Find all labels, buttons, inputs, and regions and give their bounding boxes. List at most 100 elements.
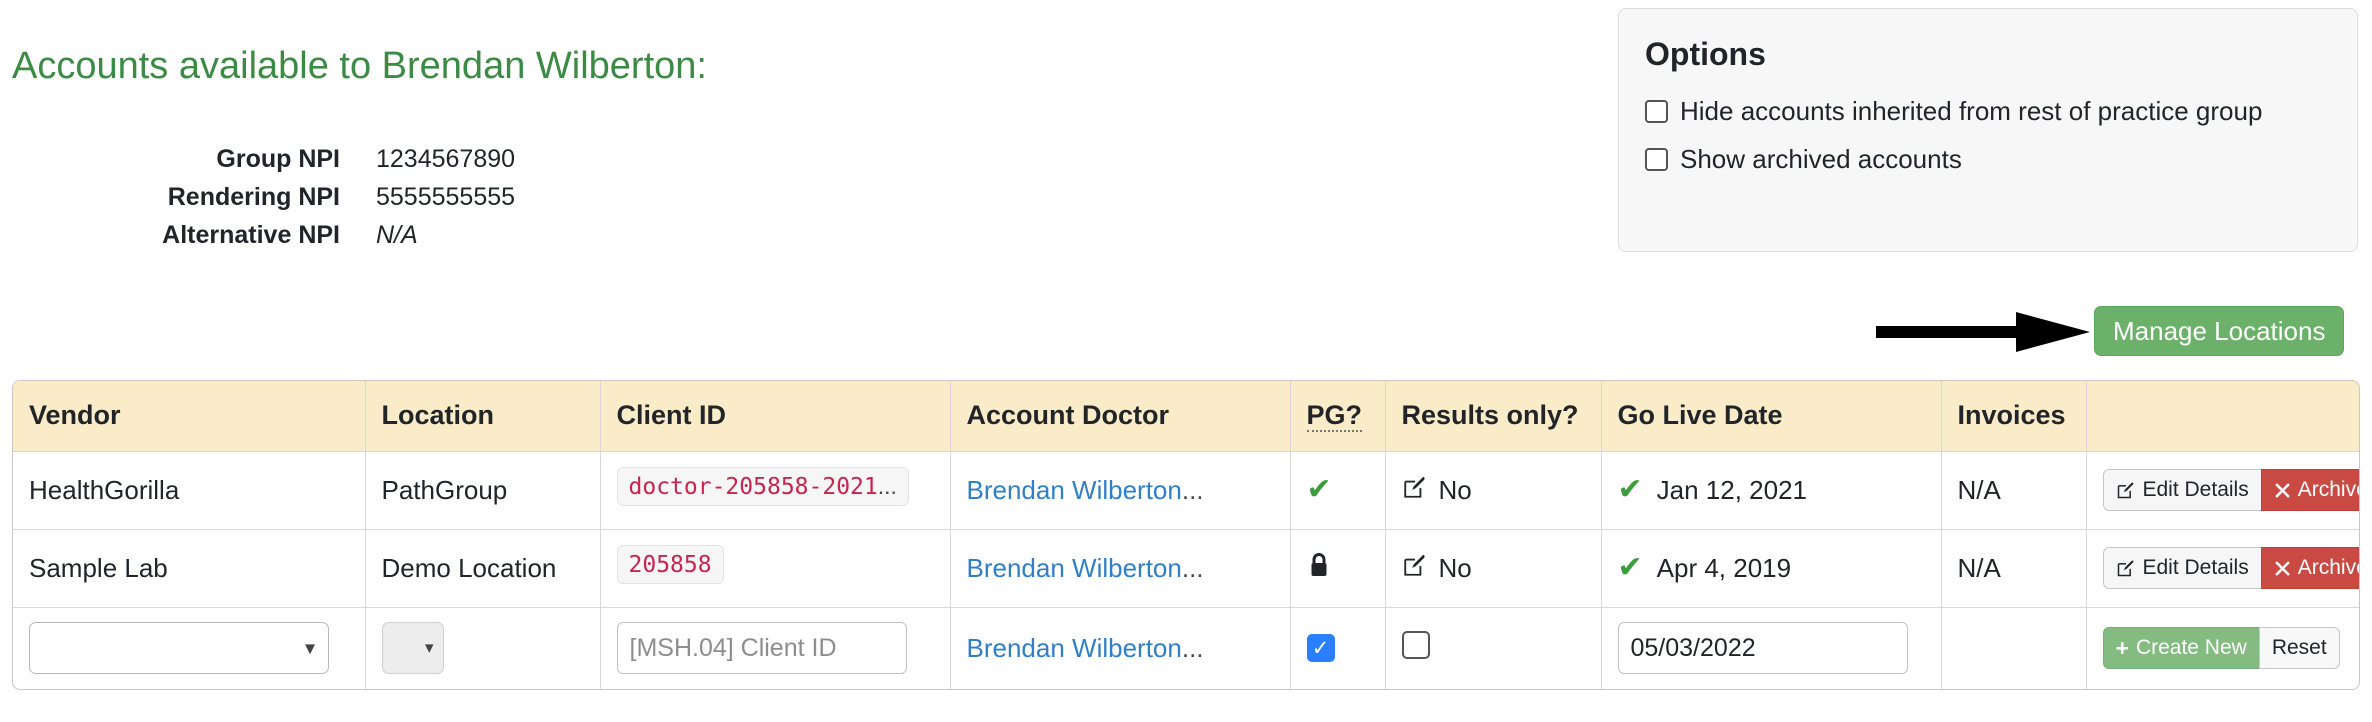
npi-value-group: 1234567890 xyxy=(376,145,516,173)
reset-button[interactable]: Reset xyxy=(2258,627,2340,670)
col-header-invoices[interactable]: Invoices xyxy=(1941,381,2087,452)
account-doctor-link[interactable]: Brendan Wilberton xyxy=(967,633,1182,663)
cell-vendor: Sample Lab xyxy=(13,529,366,608)
options-panel: Options Hide accounts inherited from res… xyxy=(1618,8,2358,252)
option-label-show-archived: Show archived accounts xyxy=(1680,144,1962,175)
archive-button[interactable]: Archive xyxy=(2260,547,2359,589)
client-id-badge[interactable]: doctor-205858-2021... xyxy=(616,467,909,506)
cell-go-live-date: ✔ Jan 12, 2021 xyxy=(1601,451,1942,530)
check-icon: ✔ xyxy=(1617,551,1643,584)
client-id-badge[interactable]: 205858 xyxy=(616,545,724,584)
table-header-row: Vendor Location Client ID Account Doctor… xyxy=(13,381,2359,452)
new-row-action-button-group: + Create New Reset xyxy=(2102,627,2340,670)
vendor-select-shell: ▾ xyxy=(29,622,329,675)
cell-client-id: doctor-205858-2021... xyxy=(600,451,951,530)
go-live-date-input[interactable] xyxy=(1617,622,1908,675)
go-live-date-value: Apr 4, 2019 xyxy=(1656,552,1792,583)
col-header-account-doctor[interactable]: Account Doctor xyxy=(950,381,1291,452)
results-only-value: No xyxy=(1438,474,1472,505)
edit-details-button[interactable]: Edit Details xyxy=(2102,469,2261,511)
arrow-right-icon xyxy=(1876,312,2090,352)
cell-account-doctor: Brendan Wilberton... xyxy=(950,529,1291,608)
npi-value-rendering: 5555555555 xyxy=(376,183,516,211)
plus-icon: + xyxy=(2115,634,2129,661)
checkbox-show-archived[interactable] xyxy=(1645,147,1668,171)
option-label-hide-inherited: Hide accounts inherited from rest of pra… xyxy=(1680,96,2263,127)
table-head: Vendor Location Client ID Account Doctor… xyxy=(13,381,2359,452)
cell-invoices xyxy=(1941,607,2087,689)
cell-results-only: No xyxy=(1385,529,1602,608)
edit-details-button[interactable]: Edit Details xyxy=(2102,547,2261,589)
cell-account-doctor: Brendan Wilberton... xyxy=(950,607,1291,689)
cell-results-only-checkbox xyxy=(1385,607,1602,689)
cell-pg-checkbox: ✓ xyxy=(1290,607,1386,689)
npi-row: Alternative NPI N/A xyxy=(0,216,560,254)
archive-label: Archive xyxy=(2297,556,2359,579)
reset-label: Reset xyxy=(2271,636,2327,660)
create-new-label: Create New xyxy=(2135,636,2247,660)
cell-vendor: HealthGorilla xyxy=(13,451,366,530)
account-doctor-link[interactable]: Brendan Wilberton xyxy=(967,475,1182,505)
col-header-results-only[interactable]: Results only? xyxy=(1385,381,1602,452)
manage-locations-button[interactable]: Manage Locations xyxy=(2094,306,2345,356)
npi-label-rendering: Rendering NPI xyxy=(167,183,340,211)
new-account-row: ▾ ▾ Brendan Wilberton... xyxy=(13,607,2359,689)
cell-client-id: 205858 xyxy=(600,529,951,608)
cell-invoices: N/A xyxy=(1941,529,2087,608)
edit-pencil-icon[interactable] xyxy=(1402,474,1428,507)
table-row: Sample Lab Demo Location 205858 Brendan … xyxy=(13,529,2359,608)
accounts-table-container: Vendor Location Client ID Account Doctor… xyxy=(12,380,2360,690)
cell-pg xyxy=(1290,529,1386,608)
col-header-vendor[interactable]: Vendor xyxy=(13,381,366,452)
cell-actions: Edit Details Archive xyxy=(2086,529,2359,608)
check-icon: ✔ xyxy=(1306,472,1332,506)
client-id-ellipsis: ... xyxy=(877,473,897,499)
col-header-pg[interactable]: PG? xyxy=(1290,381,1386,452)
cell-go-live-date-input xyxy=(1601,607,1942,689)
option-show-archived[interactable]: Show archived accounts xyxy=(1645,146,2331,172)
edit-details-label: Edit Details xyxy=(2142,556,2249,579)
archive-label: Archive xyxy=(2297,478,2359,501)
account-doctor-ellipsis: ... xyxy=(1181,474,1204,505)
cell-results-only: No xyxy=(1385,451,1602,530)
client-id-text: 205858 xyxy=(628,552,712,578)
location-select-shell: ▾ xyxy=(381,622,444,675)
option-hide-inherited[interactable]: Hide accounts inherited from rest of pra… xyxy=(1645,98,2331,124)
results-only-checkbox[interactable] xyxy=(1401,630,1430,659)
close-x-icon xyxy=(2274,560,2291,577)
edit-pencil-icon xyxy=(2116,558,2136,578)
pg-checkbox[interactable]: ✓ xyxy=(1306,634,1335,663)
npi-details: Group NPI 1234567890 Rendering NPI 55555… xyxy=(0,140,560,254)
col-header-client-id[interactable]: Client ID xyxy=(600,381,951,452)
edit-details-label: Edit Details xyxy=(2142,478,2249,501)
client-id-text: doctor-205858-2021 xyxy=(628,474,878,500)
cell-client-id-input xyxy=(600,607,951,689)
table-row: HealthGorilla PathGroup doctor-205858-20… xyxy=(13,451,2359,530)
col-header-actions xyxy=(2086,381,2359,452)
row-action-button-group: Edit Details Archive xyxy=(2102,469,2359,511)
lock-icon xyxy=(1307,551,1331,586)
cell-vendor-select: ▾ xyxy=(13,607,366,689)
col-header-location[interactable]: Location xyxy=(365,381,601,452)
table-body: HealthGorilla PathGroup doctor-205858-20… xyxy=(13,451,2359,689)
close-x-icon xyxy=(2274,482,2291,499)
row-action-button-group: Edit Details Archive xyxy=(2102,547,2359,589)
cell-location-select: ▾ xyxy=(365,607,601,689)
archive-button[interactable]: Archive xyxy=(2260,469,2359,511)
cell-pg: ✔ xyxy=(1290,451,1386,530)
create-new-button[interactable]: + Create New xyxy=(2102,627,2259,670)
edit-pencil-icon[interactable] xyxy=(1402,552,1428,585)
location-select[interactable] xyxy=(381,622,444,675)
col-header-go-live-date[interactable]: Go Live Date xyxy=(1601,381,1942,452)
vendor-select[interactable] xyxy=(29,622,329,675)
cell-actions: Edit Details Archive xyxy=(2086,451,2359,530)
cell-invoices: N/A xyxy=(1941,451,2087,530)
options-title: Options xyxy=(1645,36,1766,72)
account-doctor-link[interactable]: Brendan Wilberton xyxy=(967,553,1182,583)
cell-location: Demo Location xyxy=(365,529,601,608)
client-id-input[interactable] xyxy=(616,622,907,675)
account-doctor-ellipsis: ... xyxy=(1181,552,1204,583)
checkbox-hide-inherited[interactable] xyxy=(1645,99,1668,123)
npi-row: Group NPI 1234567890 xyxy=(0,140,560,178)
cell-go-live-date: ✔ Apr 4, 2019 xyxy=(1601,529,1942,608)
